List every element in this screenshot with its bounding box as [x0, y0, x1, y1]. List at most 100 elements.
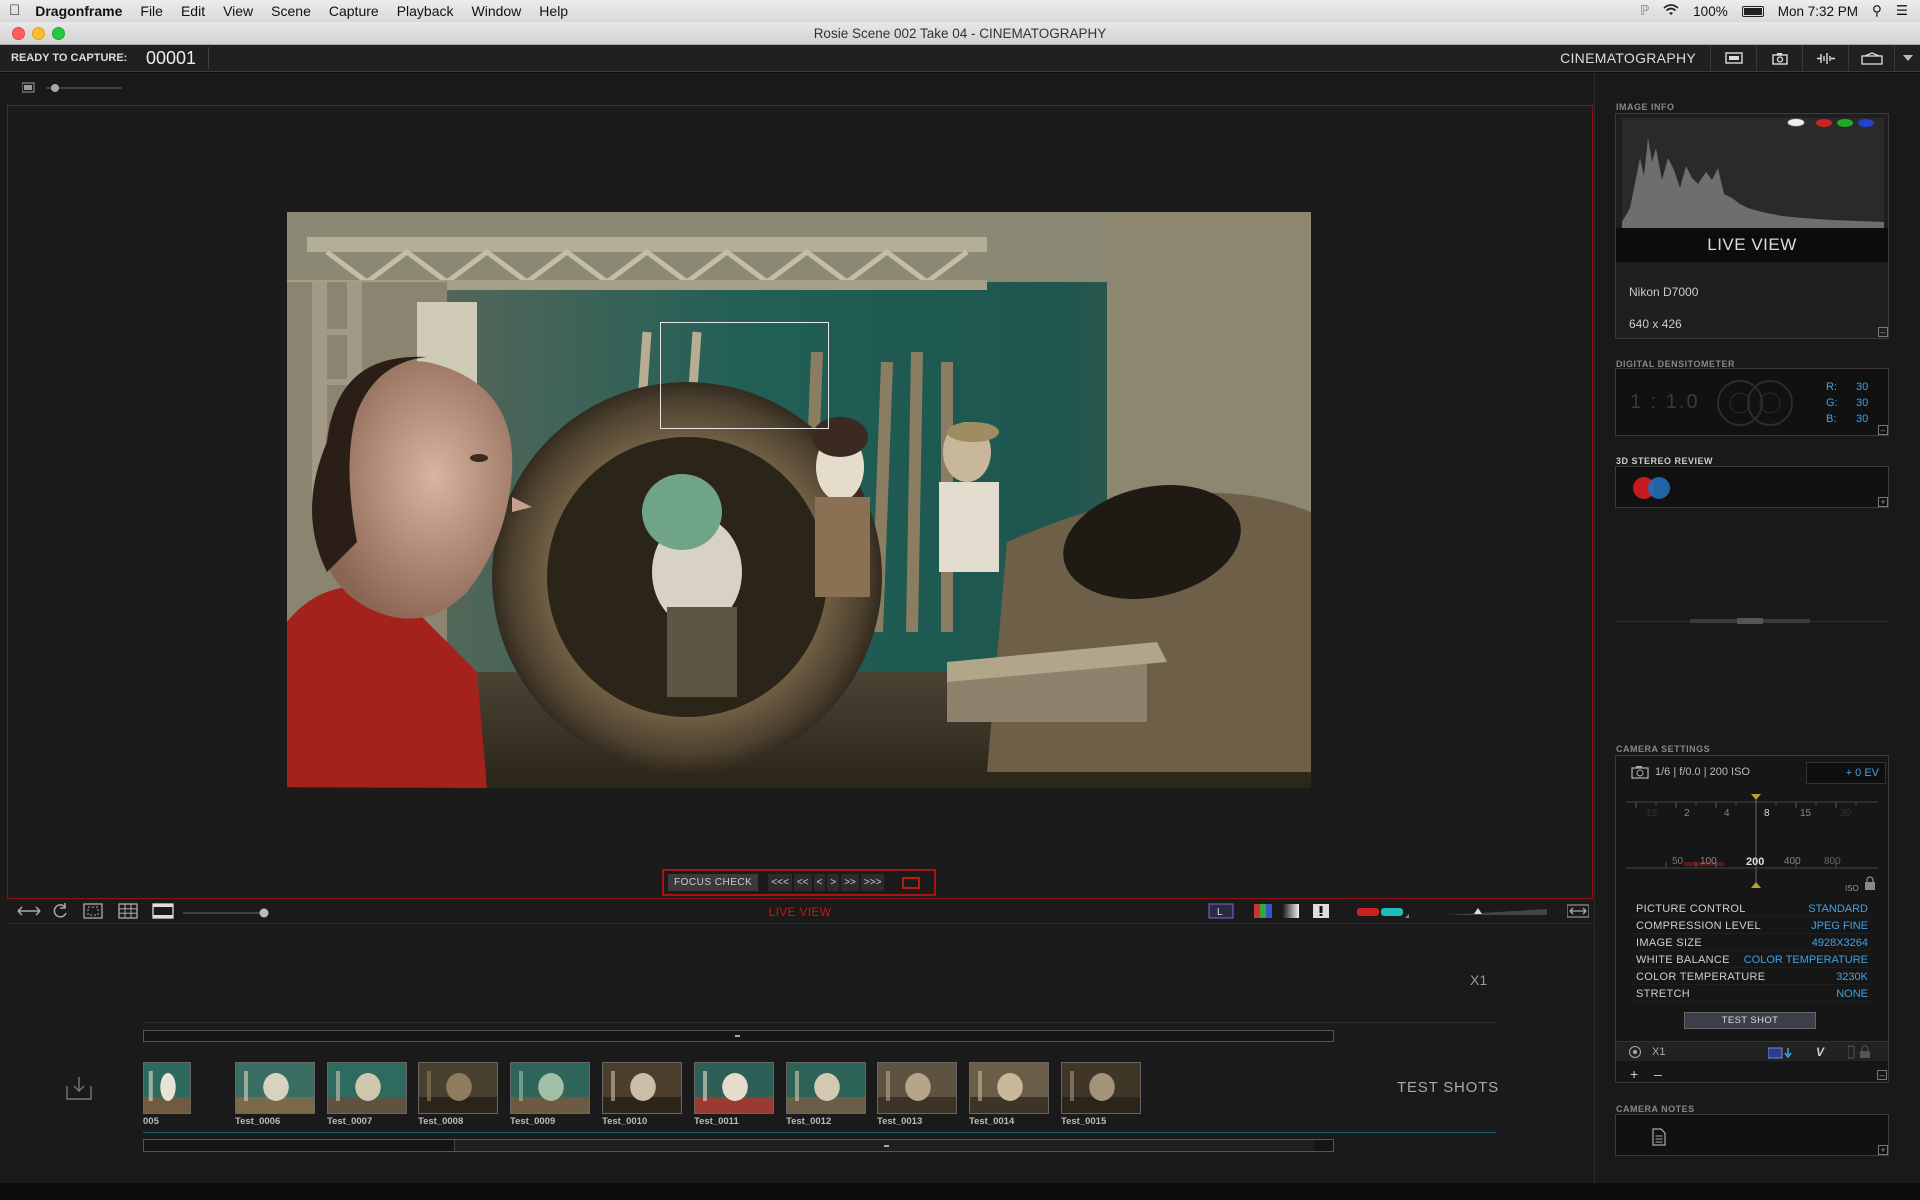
setting-value[interactable]: JPEG FINE	[1811, 920, 1868, 932]
menu-file[interactable]: File	[131, 0, 172, 22]
grid-icon[interactable]	[118, 903, 138, 924]
histogram-green-toggle[interactable]	[1837, 119, 1853, 127]
nav-back-fast-button[interactable]: <<	[793, 874, 812, 891]
stereo-anaglyph-icon[interactable]	[1632, 475, 1676, 501]
live-view-image[interactable]	[287, 212, 1311, 788]
test-shot-thumbnail[interactable]	[602, 1062, 682, 1114]
audio-waveform-icon[interactable]	[1802, 44, 1848, 72]
setting-color-temperature[interactable]: COLOR TEMPERATURE 3230K	[1630, 969, 1870, 985]
clock[interactable]: Mon 7:32 PM	[1778, 4, 1858, 19]
nav-last-button[interactable]: >>>	[860, 874, 885, 891]
rotate-icon[interactable]	[51, 903, 69, 924]
camera-icon[interactable]	[1756, 44, 1802, 72]
test-shot-thumbnail[interactable]	[235, 1062, 315, 1114]
test-shot-button[interactable]: TEST SHOT	[1684, 1012, 1816, 1029]
exposure-layer-icon[interactable]	[1767, 1046, 1794, 1064]
ev-compensation-field[interactable]: + 0 EV	[1806, 762, 1886, 784]
close-window-icon[interactable]	[12, 27, 25, 40]
spotlight-icon[interactable]: ⚲	[1872, 3, 1882, 19]
exposure-lock-icon[interactable]	[1847, 1045, 1878, 1064]
exposure-warning-icon[interactable]	[1313, 904, 1329, 923]
setting-value[interactable]: STANDARD	[1808, 903, 1868, 915]
test-shot-thumbnail[interactable]	[327, 1062, 407, 1114]
setting-white-balance[interactable]: WHITE BALANCE COLOR TEMPERATURE	[1630, 952, 1870, 968]
exposure-dial[interactable]	[1626, 786, 1878, 896]
focus-check-button[interactable]: FOCUS CHECK	[668, 874, 759, 891]
layer-mode-icon[interactable]: L	[1208, 903, 1234, 924]
test-shot-thumbnail[interactable]	[143, 1062, 191, 1114]
focus-frame-toggle-icon[interactable]	[902, 876, 921, 889]
motion-control-icon[interactable]	[1848, 44, 1894, 72]
expand-stereo-icon[interactable]: +	[1878, 497, 1888, 507]
setting-value[interactable]: NONE	[1836, 988, 1868, 1000]
menu-view[interactable]: View	[214, 0, 262, 22]
menu-window[interactable]: Window	[463, 0, 531, 22]
camera-settings-camera-icon[interactable]	[1631, 765, 1649, 784]
timeline-scrollbar-top[interactable]	[143, 1030, 1334, 1042]
menu-playback[interactable]: Playback	[388, 0, 463, 22]
nav-back-button[interactable]: <	[813, 874, 826, 891]
test-shot-thumbnail[interactable]	[969, 1062, 1049, 1114]
setting-compression-level[interactable]: COMPRESSION LEVEL JPEG FINE	[1630, 918, 1870, 934]
setting-value[interactable]: 4928X3264	[1812, 937, 1868, 949]
volume-slider[interactable]	[1447, 905, 1557, 923]
sidebar-splitter[interactable]	[1615, 618, 1889, 624]
frame-counter[interactable]: 00001	[137, 47, 209, 69]
fit-width-icon[interactable]	[17, 904, 41, 923]
opacity-slider[interactable]	[183, 906, 273, 924]
setting-stretch[interactable]: STRETCH NONE	[1630, 986, 1870, 1002]
battery-percent[interactable]: 100%	[1693, 4, 1728, 19]
add-exposure-button[interactable]: +	[1630, 1066, 1638, 1082]
nav-forward-button[interactable]: >	[827, 874, 840, 891]
monitor-icon[interactable]	[1710, 44, 1756, 72]
notification-center-icon[interactable]: ☰	[1896, 3, 1908, 19]
apple-icon[interactable]: 	[0, 0, 29, 22]
timeline-scrollbar-bottom[interactable]	[143, 1139, 1334, 1152]
remove-exposure-button[interactable]: –	[1654, 1066, 1662, 1082]
histogram-red-toggle[interactable]	[1816, 119, 1832, 127]
expand-viewer-icon[interactable]	[1566, 904, 1590, 923]
test-shot-thumbnail[interactable]	[510, 1062, 590, 1114]
collapse-densitometer-icon[interactable]: –	[1878, 425, 1888, 435]
focus-check-rectangle[interactable]	[660, 322, 829, 429]
menu-app[interactable]: Dragonframe	[29, 0, 131, 22]
expand-camera-notes-icon[interactable]: +	[1878, 1145, 1888, 1155]
menu-edit[interactable]: Edit	[172, 0, 214, 22]
menu-help[interactable]: Help	[530, 0, 577, 22]
menu-capture[interactable]: Capture	[320, 0, 388, 22]
minimize-window-icon[interactable]	[32, 27, 45, 40]
test-shot-thumbnail[interactable]	[418, 1062, 498, 1114]
letterbox-icon[interactable]	[152, 903, 174, 924]
import-icon[interactable]	[66, 1076, 92, 1105]
menu-scene[interactable]: Scene	[262, 0, 320, 22]
setting-image-size[interactable]: IMAGE SIZE 4928X3264	[1630, 935, 1870, 951]
notes-document-icon[interactable]	[1652, 1128, 1666, 1151]
test-shot-thumbnail[interactable]	[877, 1062, 957, 1114]
workspace-menu-icon[interactable]	[1894, 44, 1920, 72]
histogram-luma-toggle[interactable]	[1787, 118, 1805, 127]
viewer-zoom-control[interactable]	[21, 81, 132, 93]
bluetooth-icon[interactable]: ℙ	[1640, 3, 1649, 19]
battery-icon[interactable]	[1741, 5, 1764, 17]
exposure-v-toggle[interactable]: V	[1816, 1045, 1824, 1059]
collapse-image-info-icon[interactable]: –	[1878, 327, 1888, 337]
test-shot-thumbnail[interactable]	[786, 1062, 866, 1114]
stereo-anaglyph-toggle[interactable]	[1357, 905, 1409, 923]
setting-value[interactable]: 3230K	[1836, 971, 1868, 983]
exposure-target-icon[interactable]	[1628, 1045, 1642, 1064]
setting-value[interactable]: COLOR TEMPERATURE	[1744, 954, 1868, 966]
iso-lock-icon[interactable]	[1864, 876, 1876, 895]
test-shot-thumbnail[interactable]	[694, 1062, 774, 1114]
setting-picture-control[interactable]: PICTURE CONTROL STANDARD	[1630, 901, 1870, 917]
zoom-window-icon[interactable]	[52, 27, 65, 40]
test-shot-thumbnail[interactable]	[1061, 1062, 1141, 1114]
grayscale-icon[interactable]	[1283, 904, 1299, 923]
safe-area-icon[interactable]	[83, 903, 103, 924]
collapse-camera-settings-icon[interactable]: –	[1877, 1070, 1887, 1080]
nav-forward-fast-button[interactable]: >>	[841, 874, 859, 891]
color-channels-icon[interactable]	[1254, 904, 1272, 923]
histogram-blue-toggle[interactable]	[1858, 119, 1874, 127]
wifi-icon[interactable]	[1663, 3, 1679, 19]
nav-first-button[interactable]: <<<	[768, 874, 792, 891]
densitometer-sample-icon[interactable]	[1716, 379, 1806, 427]
